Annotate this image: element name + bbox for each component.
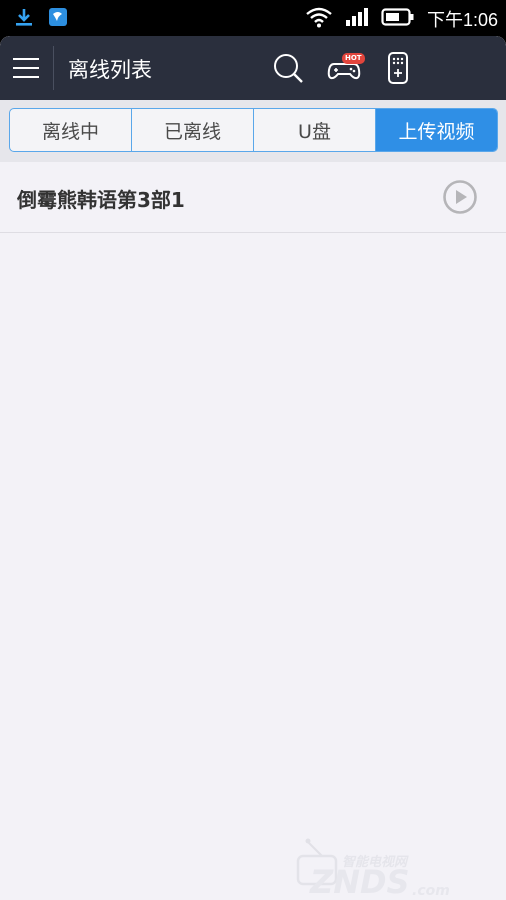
tab-upload-video[interactable]: 上传视频 [376, 109, 497, 151]
status-bar: 下午1:06 [0, 0, 506, 36]
page-title: 离线列表 [68, 58, 152, 82]
remote-icon [388, 52, 408, 84]
play-icon [443, 180, 477, 214]
menu-button[interactable] [12, 54, 40, 82]
signal-icon [345, 7, 369, 31]
status-time: 下午1:06 [426, 10, 498, 30]
search-icon [274, 54, 303, 83]
battery-icon [381, 7, 415, 31]
menu-icon [13, 58, 39, 78]
play-button[interactable] [442, 179, 478, 215]
tab-usb-drive[interactable]: U盘 [254, 109, 376, 151]
title-divider [53, 46, 54, 90]
tab-offline-in-progress[interactable]: 离线中 [10, 109, 132, 151]
app-window: 离线列表 HOT 离线中 已离线 U盘 上传视频 倒霉熊韩语第3部1 智能电视网… [0, 36, 506, 900]
hot-badge: HOT [342, 53, 365, 64]
remote-control-button[interactable] [380, 50, 416, 86]
segmented-tabs: 离线中 已离线 U盘 上传视频 [9, 108, 498, 152]
list-item-title: 倒霉熊韩语第3部1 [17, 188, 185, 212]
watermark-brand: ZNDS [309, 863, 410, 900]
app-notification-icon [48, 7, 68, 31]
watermark-suffix: .com [412, 883, 450, 899]
game-center-button[interactable]: HOT [326, 50, 365, 86]
tab-bar: 离线中 已离线 U盘 上传视频 [0, 100, 506, 162]
download-icon [14, 7, 34, 31]
znds-watermark: 智能电视网 ZNDS .com [294, 836, 464, 900]
tab-offline-done[interactable]: 已离线 [132, 109, 254, 151]
title-bar: 离线列表 HOT [0, 36, 506, 100]
wifi-icon [305, 6, 333, 32]
list-item[interactable]: 倒霉熊韩语第3部1 [0, 162, 506, 233]
search-button[interactable] [270, 50, 306, 86]
